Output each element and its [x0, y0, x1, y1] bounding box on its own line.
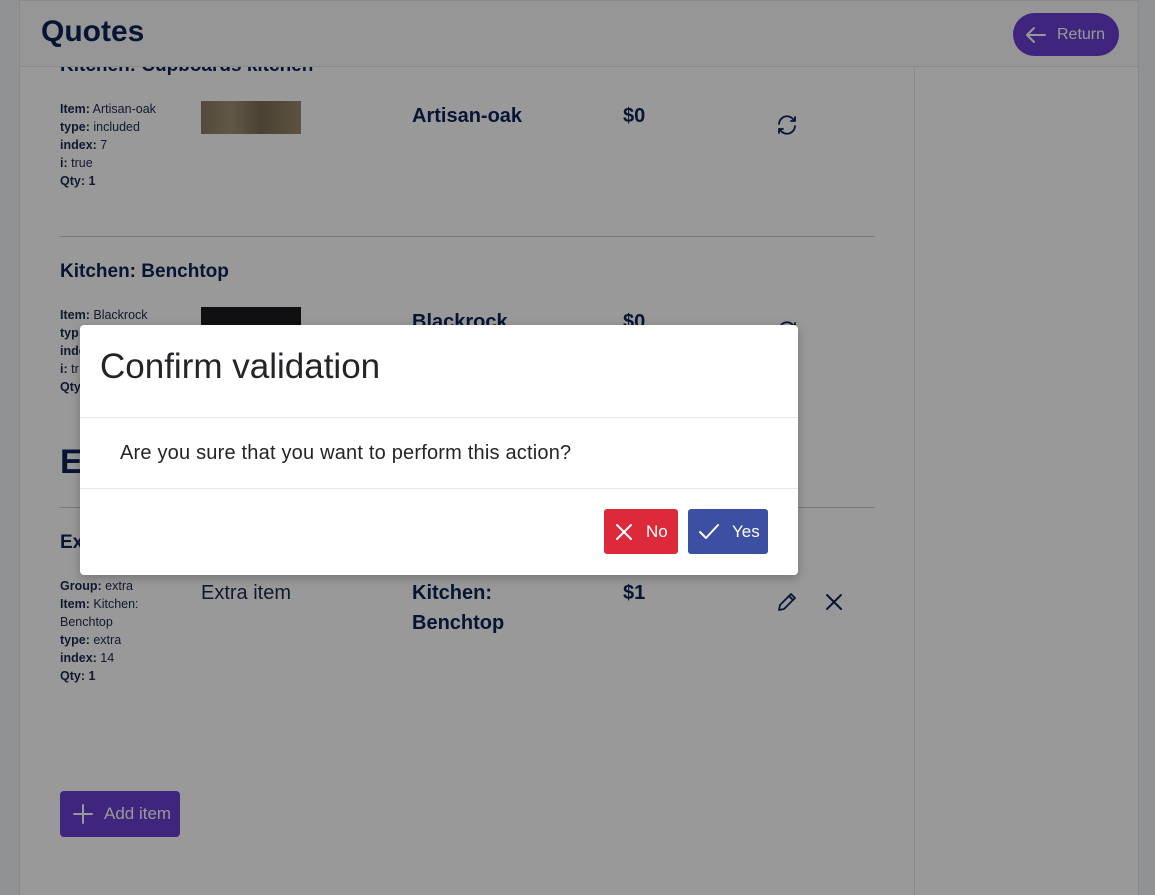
dialog-body: Are you sure that you want to perform th… [80, 418, 798, 489]
check-icon [699, 523, 719, 539]
close-icon [616, 523, 632, 540]
dialog-footer: No Yes [80, 489, 798, 575]
confirm-dialog: Confirm validation Are you sure that you… [80, 325, 798, 575]
dialog-title: Confirm validation [100, 347, 381, 386]
no-label: No [646, 521, 668, 541]
yes-button[interactable]: Yes [688, 509, 768, 554]
dialog-header: Confirm validation [80, 325, 798, 418]
dialog-message: Are you sure that you want to perform th… [120, 442, 572, 464]
no-button[interactable]: No [604, 509, 678, 554]
yes-label: Yes [732, 521, 760, 541]
